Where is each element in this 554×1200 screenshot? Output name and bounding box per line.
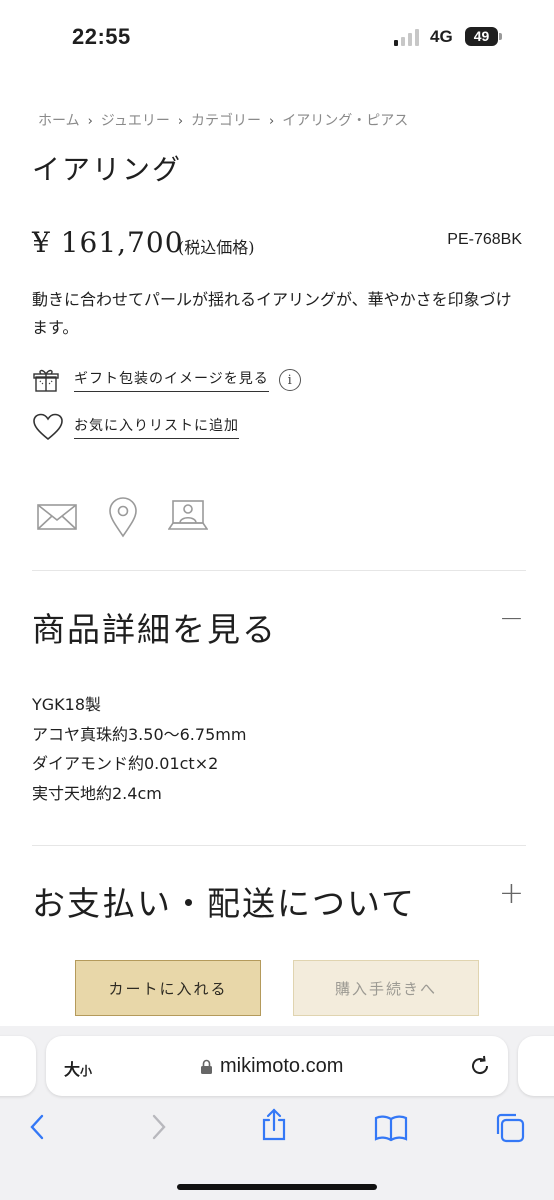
spec-size: 実寸天地約2.4cm: [32, 783, 162, 803]
payment-section-title[interactable]: お支払い・配送について: [32, 877, 416, 925]
tax-note: (税込価格): [178, 238, 255, 257]
breadcrumb-item-home[interactable]: ホーム: [38, 113, 80, 129]
collapse-toggle-icon[interactable]: −: [499, 601, 524, 636]
chevron-right-icon: ›: [87, 114, 93, 129]
gift-wrap-link[interactable]: ギフト包装のイメージを見る: [74, 368, 269, 392]
back-icon[interactable]: [26, 1112, 50, 1146]
breadcrumb-item-jewelry[interactable]: ジュエリー: [101, 113, 170, 129]
previous-tab-preview[interactable]: [0, 1036, 36, 1096]
gift-wrap-row: ギフト包装のイメージを見る i: [32, 365, 301, 395]
gift-icon: [32, 367, 60, 393]
share-icon[interactable]: [260, 1108, 288, 1146]
heart-icon[interactable]: [32, 413, 64, 441]
page-title: イアリング: [32, 153, 183, 186]
chevron-right-icon: ›: [269, 114, 275, 129]
info-icon[interactable]: i: [278, 369, 301, 391]
spec-list: YGK18製 アコヤ真珠約3.50〜6.75mm ダイアモンド約0.01ct×2…: [32, 690, 246, 808]
status-time: 22:55: [72, 24, 131, 49]
cellular-signal-icon: [394, 28, 422, 46]
url-text[interactable]: mikimoto.com: [220, 1055, 343, 1078]
product-code: PE-768BK: [447, 231, 522, 248]
checkout-button[interactable]: 購入手続きへ: [293, 960, 479, 1016]
add-to-cart-button[interactable]: カートに入れる: [75, 960, 261, 1016]
home-indicator: [177, 1184, 377, 1190]
content-fade: [0, 920, 554, 950]
mail-icon[interactable]: [36, 496, 78, 542]
battery-icon: 49: [465, 27, 498, 46]
text-size-large-label: 大: [64, 1060, 81, 1079]
online-consultation-icon[interactable]: [167, 496, 209, 542]
spec-diamond: ダイアモンド約0.01ct×2: [32, 754, 219, 773]
reload-icon[interactable]: [468, 1054, 492, 1082]
breadcrumb-item-category[interactable]: カテゴリー: [191, 113, 261, 129]
text-size-button[interactable]: 大小: [64, 1056, 92, 1080]
spec-pearl: アコヤ真珠約3.50〜6.75mm: [32, 724, 247, 744]
location-pin-icon[interactable]: [108, 496, 138, 542]
product-price: ¥ 161,700: [32, 226, 184, 259]
battery-tip: [499, 33, 502, 40]
network-type: 4G: [430, 27, 453, 46]
contact-icons: [36, 496, 209, 542]
spec-material: YGK18製: [32, 695, 102, 714]
breadcrumb-item-earrings[interactable]: イアリング・ピアス: [282, 113, 408, 129]
expand-toggle-icon[interactable]: +: [499, 876, 524, 911]
product-description: 動きに合わせてパールが揺れるイアリングが、華やかさを印象づけます。: [32, 290, 512, 337]
divider: [32, 845, 526, 846]
breadcrumb: ホーム › ジュエリー › カテゴリー › イアリング・ピアス: [38, 110, 408, 130]
lock-icon: [200, 1059, 213, 1079]
details-section-title[interactable]: 商品詳細を見る: [32, 603, 277, 651]
forward-icon[interactable]: [146, 1112, 170, 1146]
bookmarks-icon[interactable]: [374, 1114, 408, 1146]
divider: [32, 570, 526, 571]
tabs-icon[interactable]: [494, 1112, 526, 1148]
text-size-small-label: 小: [80, 1064, 93, 1078]
add-to-favorites-link[interactable]: お気に入りリストに追加: [74, 415, 239, 439]
next-tab-preview[interactable]: [518, 1036, 554, 1096]
favorite-row: お気に入りリストに追加: [32, 412, 239, 442]
chevron-right-icon: ›: [177, 114, 184, 129]
